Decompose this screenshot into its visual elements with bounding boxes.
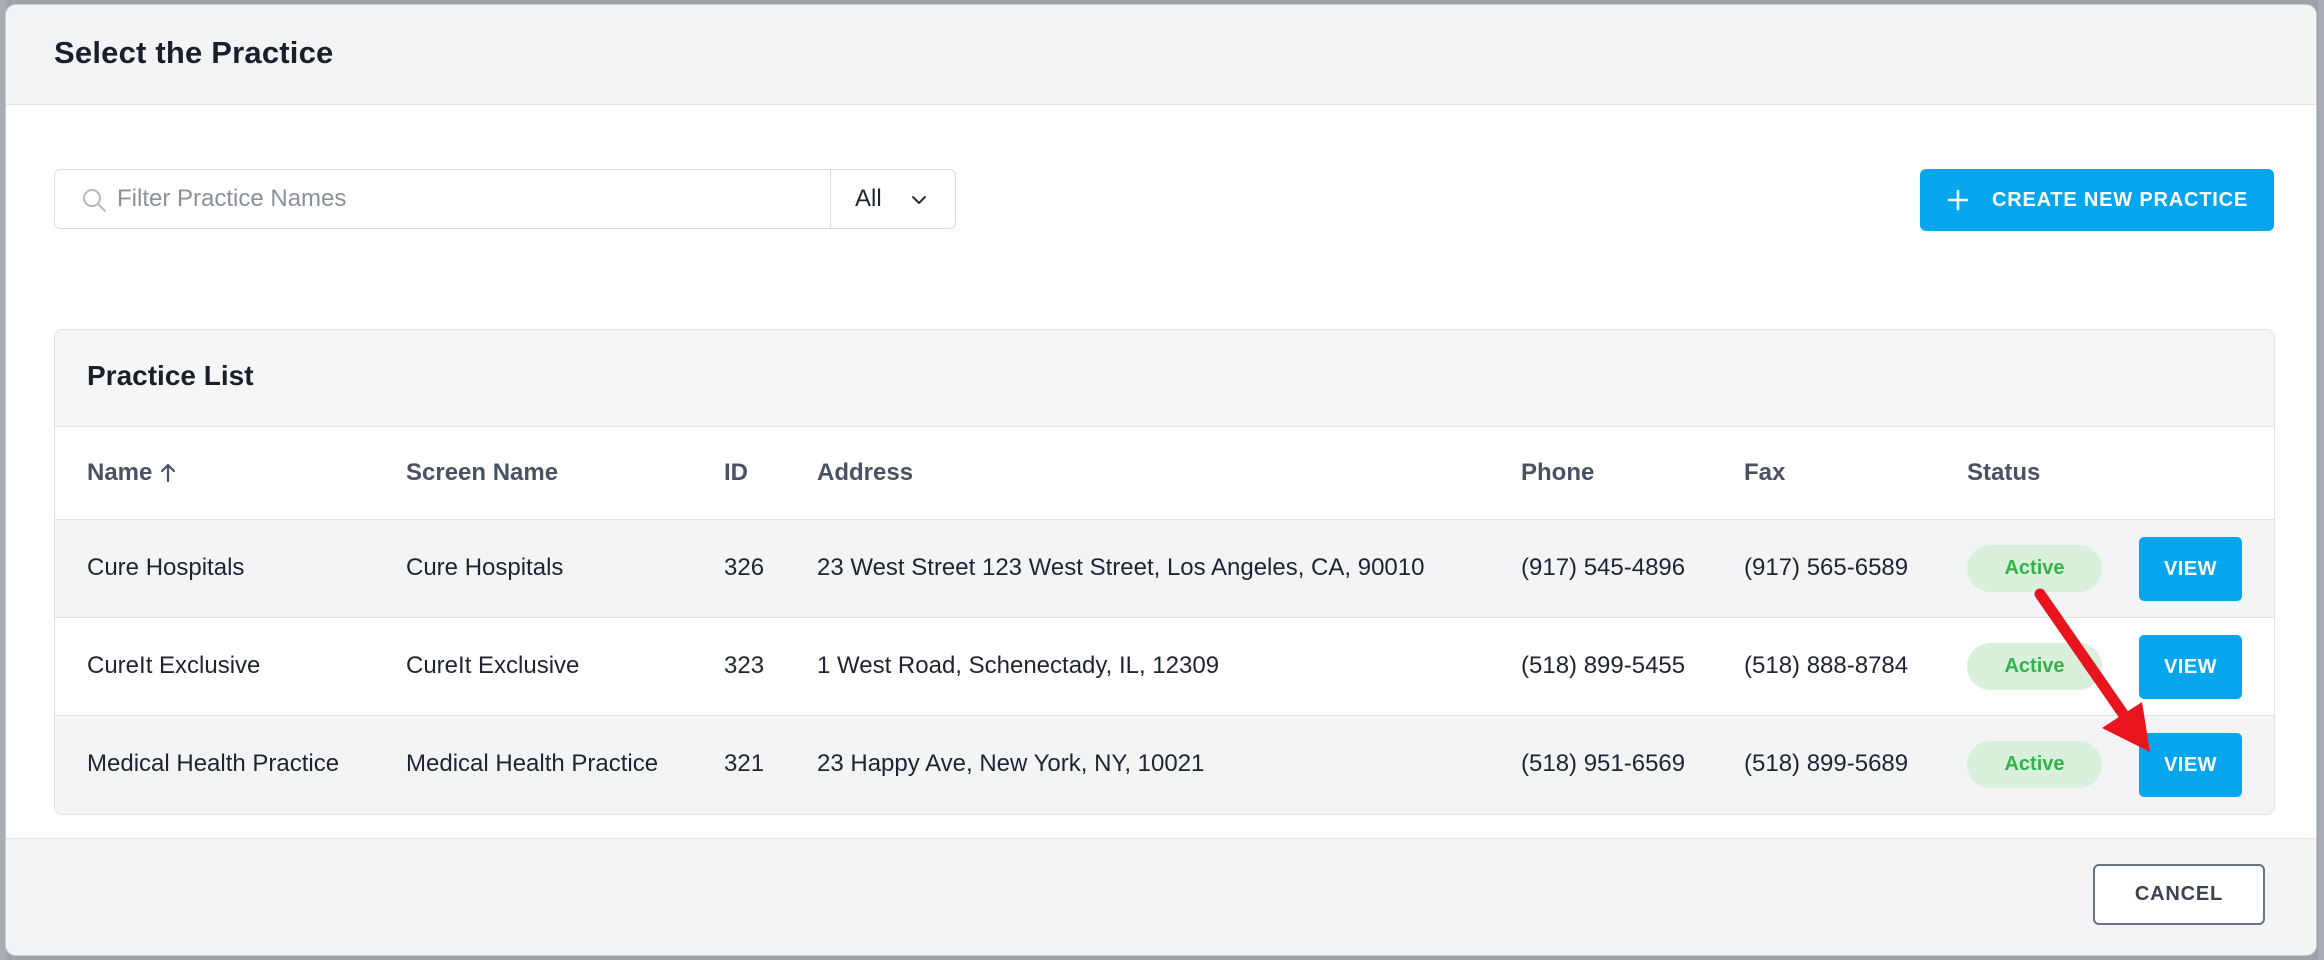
status-filter-select[interactable]: All (831, 170, 955, 228)
column-header-name[interactable]: Name (87, 459, 176, 487)
cell-phone: (518) 899-5455 (1521, 652, 1686, 679)
cell-phone: (518) 951-6569 (1521, 750, 1686, 777)
cell-address: 23 Happy Ave, New York, NY, 10021 (817, 750, 1205, 777)
view-button[interactable]: VIEW (2139, 537, 2242, 601)
cell-screen-name: CureIt Exclusive (406, 652, 580, 679)
table-row: Medical Health Practice Medical Health P… (55, 716, 2274, 814)
cell-name: Medical Health Practice (87, 750, 340, 777)
modal-header: Select the Practice (6, 5, 2316, 105)
practice-list-card: Practice List Name Screen Name ID Addres… (54, 329, 2275, 815)
cell-id: 323 (724, 652, 765, 679)
cell-address: 23 West Street 123 West Street, Los Ange… (817, 554, 1425, 581)
view-button[interactable]: VIEW (2139, 733, 2242, 797)
table-row: Cure Hospitals Cure Hospitals 326 23 Wes… (55, 520, 2274, 618)
chevron-down-icon (912, 196, 926, 204)
cell-fax: (518) 888-8784 (1744, 652, 1909, 679)
cell-name: Cure Hospitals (87, 554, 245, 581)
status-filter-value: All (855, 185, 882, 212)
cell-fax: (518) 899-5689 (1744, 750, 1909, 777)
cell-screen-name: Cure Hospitals (406, 554, 564, 581)
cell-screen-name: Medical Health Practice (406, 750, 659, 777)
search-icon (83, 189, 106, 212)
cell-address: 1 West Road, Schenectady, IL, 12309 (817, 652, 1220, 679)
arrow-up-icon (161, 463, 176, 482)
column-header-fax[interactable]: Fax (1744, 459, 1785, 487)
cell-id: 326 (724, 554, 765, 581)
status-badge: Active (1967, 741, 2102, 788)
practice-list-title: Practice List (87, 360, 254, 391)
modal-title: Select the Practice (54, 35, 334, 70)
create-new-practice-button[interactable]: CREATE NEW PRACTICE (1920, 169, 2274, 231)
cell-name: CureIt Exclusive (87, 652, 261, 679)
search-input[interactable] (117, 170, 817, 228)
create-new-practice-label: CREATE NEW PRACTICE (1992, 188, 2248, 211)
cell-id: 321 (724, 750, 765, 777)
modal-footer: CANCEL (6, 838, 2316, 955)
table-row: CureIt Exclusive CureIt Exclusive 323 1 … (55, 618, 2274, 716)
column-header-status[interactable]: Status (1967, 459, 2040, 487)
column-header-screen-name[interactable]: Screen Name (406, 459, 558, 487)
view-button[interactable]: VIEW (2139, 635, 2242, 699)
select-practice-modal: Select the Practice All CREATE NEW PRACT… (6, 5, 2316, 955)
status-badge: Active (1967, 643, 2102, 690)
column-header-address[interactable]: Address (817, 459, 913, 487)
cell-fax: (917) 565-6589 (1744, 554, 1909, 581)
status-badge: Active (1967, 545, 2102, 592)
search-field (55, 170, 831, 228)
table-header-row: Name Screen Name ID Address Phone Fax St… (55, 427, 2274, 520)
cancel-button[interactable]: CANCEL (2093, 864, 2265, 925)
cell-phone: (917) 545-4896 (1521, 554, 1686, 581)
backdrop-right (2318, 0, 2324, 960)
column-header-phone[interactable]: Phone (1521, 459, 1594, 487)
filter-group: All (54, 169, 956, 229)
practice-list-header: Practice List (55, 330, 2274, 427)
plus-icon (1947, 189, 1969, 211)
column-header-name-label: Name (87, 459, 153, 486)
column-header-id[interactable]: ID (724, 459, 748, 487)
